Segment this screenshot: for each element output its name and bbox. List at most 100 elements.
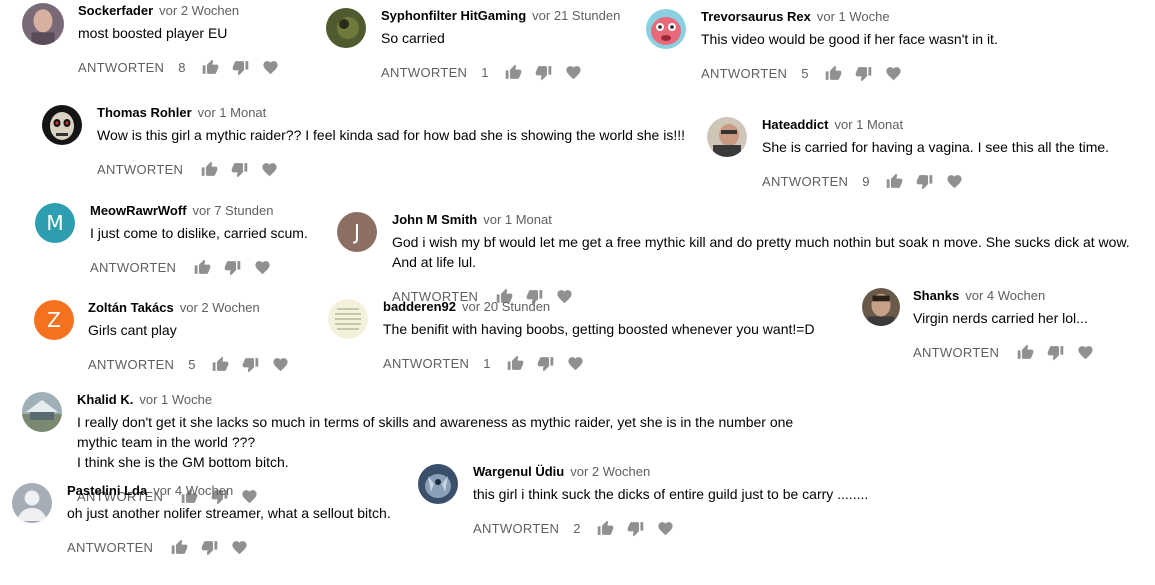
reply-button[interactable]: ANTWORTEN bbox=[381, 65, 467, 80]
heart-icon[interactable] bbox=[250, 255, 274, 279]
comment-actions: ANTWORTEN 5 bbox=[701, 61, 998, 85]
comment-text-line: oh just another nolifer streamer, what a… bbox=[67, 505, 391, 521]
comment-actions: ANTWORTEN 1 bbox=[383, 351, 815, 375]
thumbs-down-icon[interactable] bbox=[238, 352, 262, 376]
thumbs-up-icon[interactable] bbox=[208, 352, 232, 376]
reply-button[interactable]: ANTWORTEN bbox=[473, 521, 559, 536]
comment-author[interactable]: Zoltán Takács bbox=[88, 300, 174, 315]
comment-author[interactable]: Wargenul Üdiu bbox=[473, 464, 564, 479]
avatar[interactable] bbox=[12, 483, 52, 523]
avatar[interactable] bbox=[328, 299, 368, 339]
heart-icon[interactable] bbox=[227, 535, 251, 559]
heart-icon[interactable] bbox=[268, 352, 292, 376]
comment-author[interactable]: Sockerfader bbox=[78, 3, 153, 18]
avatar[interactable]: J bbox=[337, 212, 377, 252]
comment-timestamp[interactable]: vor 4 Wochen bbox=[965, 288, 1045, 303]
comment-author[interactable]: Thomas Rohler bbox=[97, 105, 192, 120]
comment-timestamp[interactable]: vor 4 Wochen bbox=[153, 483, 233, 498]
comment-author[interactable]: Pastelini Lda bbox=[67, 483, 147, 498]
thumbs-up-icon[interactable] bbox=[501, 60, 525, 84]
comment-actions: ANTWORTEN 9 bbox=[762, 169, 1109, 193]
comment-author[interactable]: MeowRawrWoff bbox=[90, 203, 187, 218]
heart-icon[interactable] bbox=[942, 169, 966, 193]
avatar[interactable] bbox=[326, 8, 366, 48]
comment-author[interactable]: John M Smith bbox=[392, 212, 477, 227]
avatar[interactable] bbox=[646, 9, 686, 49]
thumbs-down-icon[interactable] bbox=[912, 169, 936, 193]
comment-author[interactable]: Trevorsaurus Rex bbox=[701, 9, 811, 24]
comment-timestamp[interactable]: vor 21 Stunden bbox=[532, 8, 620, 23]
avatar[interactable] bbox=[42, 105, 82, 145]
heart-icon[interactable] bbox=[1073, 340, 1097, 364]
comment-text: She is carried for having a vagina. I se… bbox=[762, 137, 1109, 157]
comment-timestamp[interactable]: vor 2 Wochen bbox=[180, 300, 260, 315]
comment-author[interactable]: Hateaddict bbox=[762, 117, 828, 132]
comment-author[interactable]: Syphonfilter HitGaming bbox=[381, 8, 526, 23]
thumbs-down-icon[interactable] bbox=[220, 255, 244, 279]
comment-text: The benifit with having boobs, getting b… bbox=[383, 319, 815, 339]
comment-timestamp[interactable]: vor 2 Wochen bbox=[159, 3, 239, 18]
reply-button[interactable]: ANTWORTEN bbox=[90, 260, 176, 275]
comment-timestamp[interactable]: vor 2 Wochen bbox=[570, 464, 650, 479]
thumbs-up-icon[interactable] bbox=[821, 61, 845, 85]
reply-button[interactable]: ANTWORTEN bbox=[383, 356, 469, 371]
avatar[interactable] bbox=[707, 117, 747, 157]
comment-timestamp[interactable]: vor 20 Stunden bbox=[462, 299, 550, 314]
avatar[interactable]: Z bbox=[34, 300, 74, 340]
thumbs-up-icon[interactable] bbox=[882, 169, 906, 193]
comment-text: So carried bbox=[381, 28, 620, 48]
like-count: 9 bbox=[862, 173, 870, 189]
avatar[interactable] bbox=[418, 464, 458, 504]
comment-timestamp[interactable]: vor 1 Monat bbox=[834, 117, 903, 132]
comment-text: this girl i think suck the dicks of enti… bbox=[473, 484, 868, 504]
thumbs-up-icon[interactable] bbox=[190, 255, 214, 279]
comment-timestamp[interactable]: vor 1 Woche bbox=[139, 392, 212, 407]
reply-button[interactable]: ANTWORTEN bbox=[97, 162, 183, 177]
reply-button[interactable]: ANTWORTEN bbox=[701, 66, 787, 81]
avatar[interactable] bbox=[22, 392, 62, 432]
thumbs-down-icon[interactable] bbox=[197, 535, 221, 559]
thumbs-up-icon[interactable] bbox=[1013, 340, 1037, 364]
comment-author[interactable]: Khalid K. bbox=[77, 392, 133, 407]
heart-icon[interactable] bbox=[258, 55, 282, 79]
thumbs-down-icon[interactable] bbox=[623, 516, 647, 540]
thumbs-up-icon[interactable] bbox=[197, 157, 221, 181]
heart-icon[interactable] bbox=[257, 157, 281, 181]
heart-icon[interactable] bbox=[881, 61, 905, 85]
reply-button[interactable]: ANTWORTEN bbox=[913, 345, 999, 360]
comment-text-line: God i wish my bf would let me get a free… bbox=[392, 234, 1130, 250]
comment-author[interactable]: Shanks bbox=[913, 288, 959, 303]
avatar[interactable] bbox=[862, 288, 900, 326]
thumbs-up-icon[interactable] bbox=[167, 535, 191, 559]
thumbs-down-icon[interactable] bbox=[851, 61, 875, 85]
thumbs-up-icon[interactable] bbox=[593, 516, 617, 540]
like-count: 1 bbox=[481, 64, 489, 80]
comment-text-line: So carried bbox=[381, 30, 445, 46]
comment-timestamp[interactable]: vor 1 Monat bbox=[483, 212, 552, 227]
reply-button[interactable]: ANTWORTEN bbox=[762, 174, 848, 189]
comment-timestamp[interactable]: vor 7 Stunden bbox=[193, 203, 274, 218]
heart-icon[interactable] bbox=[653, 516, 677, 540]
heart-icon[interactable] bbox=[561, 60, 585, 84]
comment-author[interactable]: badderen92 bbox=[383, 299, 456, 314]
comment-timestamp[interactable]: vor 1 Woche bbox=[817, 9, 890, 24]
avatar[interactable]: M bbox=[35, 203, 75, 243]
thumbs-up-icon[interactable] bbox=[503, 351, 527, 375]
comment-text-line: mythic team in the world ??? bbox=[77, 434, 256, 450]
reply-button[interactable]: ANTWORTEN bbox=[88, 357, 174, 372]
comment-actions: ANTWORTEN 1 bbox=[381, 60, 620, 84]
comment-timestamp[interactable]: vor 1 Monat bbox=[198, 105, 267, 120]
reply-button[interactable]: ANTWORTEN bbox=[78, 60, 164, 75]
thumbs-down-icon[interactable] bbox=[1043, 340, 1067, 364]
thumbs-down-icon[interactable] bbox=[533, 351, 557, 375]
comment-text-line: I really don't get it she lacks so much … bbox=[77, 414, 794, 430]
avatar[interactable] bbox=[22, 3, 64, 45]
thumbs-up-icon[interactable] bbox=[198, 55, 222, 79]
reply-button[interactable]: ANTWORTEN bbox=[67, 540, 153, 555]
comment-text: most boosted player EU bbox=[78, 23, 282, 43]
thumbs-down-icon[interactable] bbox=[531, 60, 555, 84]
thumbs-down-icon[interactable] bbox=[228, 55, 252, 79]
comment-text-line: The benifit with having boobs, getting b… bbox=[383, 321, 815, 337]
heart-icon[interactable] bbox=[563, 351, 587, 375]
thumbs-down-icon[interactable] bbox=[227, 157, 251, 181]
